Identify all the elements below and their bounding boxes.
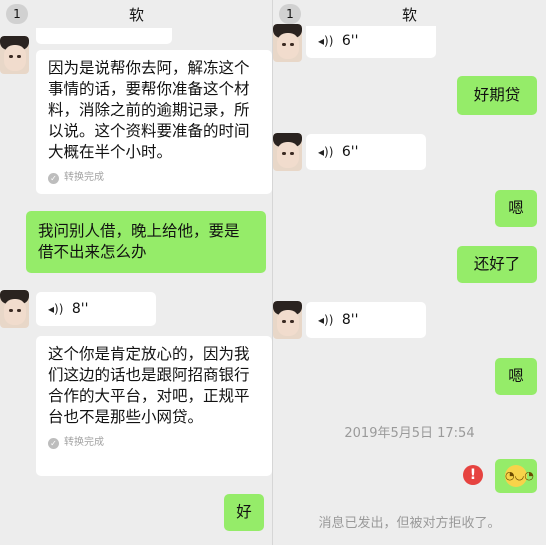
message-bubble-sent[interactable]: ◔◡◔ (495, 459, 537, 493)
contact-avatar[interactable] (0, 36, 29, 74)
converted-label: 转换完成 (64, 172, 104, 183)
voice-message[interactable]: ◂)) 6'' (306, 134, 426, 170)
voice-duration: 6'' (341, 144, 359, 160)
contact-avatar[interactable] (273, 133, 302, 171)
sound-wave-icon: ◂)) (318, 145, 334, 159)
contact-avatar[interactable] (273, 24, 302, 62)
check-icon: ✓ (48, 172, 59, 184)
message-text: 嗯 (508, 199, 524, 217)
message-text: 还好了 (473, 255, 521, 273)
message-bubble-partial (36, 28, 172, 44)
sound-wave-icon: ◂)) (318, 313, 334, 327)
message-text: 好 (236, 503, 252, 521)
contact-avatar[interactable] (0, 290, 29, 328)
message-bubble-sent[interactable]: 我问别人借，晚上给他，要是借不出来怎么办 (26, 211, 266, 273)
voice-converted-status: ✓ 转换完成 (48, 171, 260, 185)
message-text: 嗯 (508, 367, 524, 385)
error-icon[interactable]: ! (463, 465, 483, 485)
message-text: 因为是说帮你去阿，解冻这个事情的话，要帮你准备这个材料，消除之前的逾期记录，所以… (48, 59, 250, 161)
chat-pane-right: 1 软 ◂)) 6'' 好期贷 ◂)) 6'' 嗯 还好了 ◂)) 8'' 嗯 … (273, 0, 546, 545)
system-message: 消息已发出，但被对方拒收了。 (318, 516, 501, 531)
message-bubble-sent[interactable]: 还好了 (457, 246, 537, 283)
message-text: 这个你是肯定放心的，因为我们这边的话也是跟阿招商银行合作的大平台，对吧，正规平台… (48, 345, 250, 426)
sound-wave-icon: ◂)) (318, 34, 334, 48)
contact-avatar[interactable] (273, 301, 302, 339)
voice-message[interactable]: ◂)) 6'' (306, 26, 436, 58)
check-icon: ✓ (48, 437, 59, 449)
converted-label: 转换完成 (64, 437, 104, 448)
voice-converted-status: ✓ 转换完成 (48, 436, 260, 450)
voice-duration: 8'' (341, 312, 359, 328)
chat-header: 1 软 (273, 0, 546, 28)
voice-message[interactable]: ◂)) 8'' (36, 292, 156, 326)
chat-pane-left: 1 软 因为是说帮你去阿，解冻这个事情的话，要帮你准备这个材料，消除之前的逾期记… (0, 0, 273, 545)
message-text: 我问别人借，晚上给他，要是借不出来怎么办 (38, 222, 240, 261)
message-bubble-received[interactable]: 因为是说帮你去阿，解冻这个事情的话，要帮你准备这个材料，消除之前的逾期记录，所以… (36, 50, 272, 194)
chat-header: 1 软 (0, 0, 273, 28)
voice-duration: 8'' (71, 301, 89, 317)
message-bubble-sent[interactable]: 好 (224, 494, 264, 531)
sound-wave-icon: ◂)) (48, 302, 64, 316)
chat-timestamp: 2019年5月5日 17:54 (344, 426, 475, 441)
voice-message[interactable]: ◂)) 8'' (306, 302, 426, 338)
emoji-icon: ◔◡◔ (505, 465, 534, 487)
message-text: 好期贷 (473, 86, 521, 104)
chat-title: 软 (128, 6, 144, 24)
message-bubble-sent[interactable]: 好期贷 (457, 76, 537, 115)
chat-title: 软 (401, 6, 417, 24)
message-bubble-received[interactable]: 这个你是肯定放心的，因为我们这边的话也是跟阿招商银行合作的大平台，对吧，正规平台… (36, 336, 272, 476)
message-bubble-sent[interactable]: 嗯 (495, 190, 537, 227)
message-bubble-sent[interactable]: 嗯 (495, 358, 537, 395)
voice-duration: 6'' (341, 33, 359, 49)
